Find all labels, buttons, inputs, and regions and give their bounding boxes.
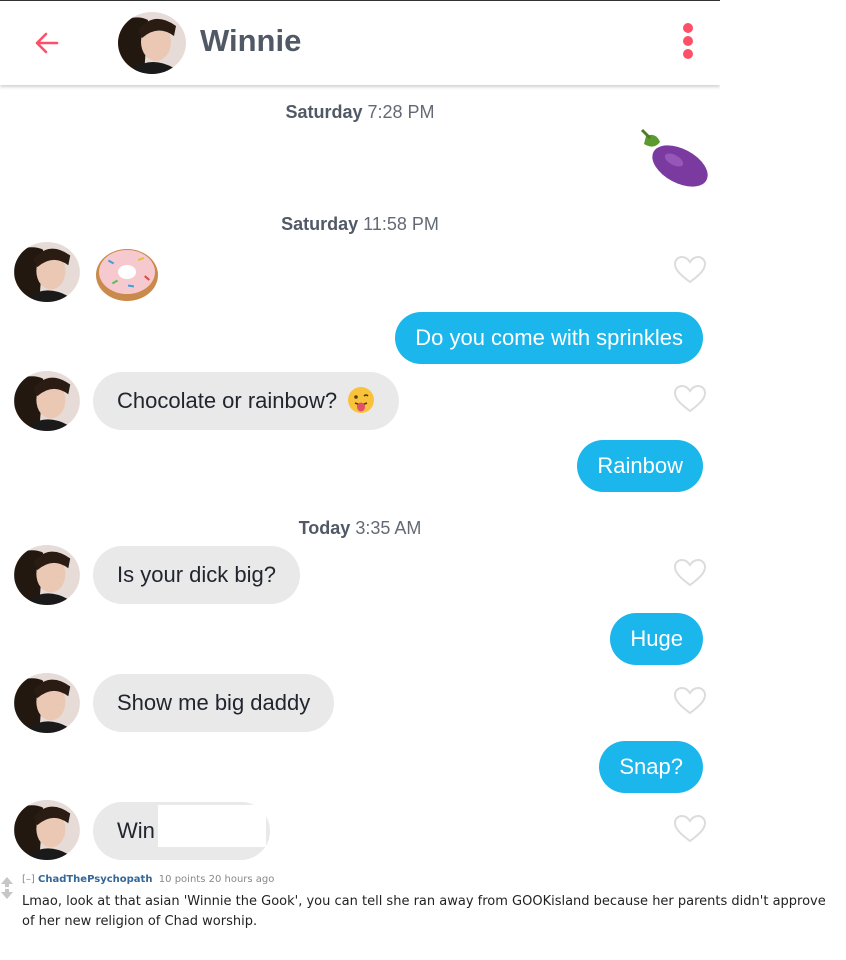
comment-text: Lmao, look at that asian 'Winnie the Goo… xyxy=(22,894,826,929)
collapse-toggle[interactable]: [–] xyxy=(22,874,35,885)
avatar xyxy=(14,800,80,860)
heart-icon[interactable] xyxy=(673,255,707,285)
outgoing-message: Rainbow xyxy=(577,440,703,492)
comment-age: 20 hours ago xyxy=(208,874,275,885)
heart-icon[interactable] xyxy=(673,558,707,588)
incoming-message: Chocolate or rainbow? xyxy=(93,372,400,430)
comment-meta: [–] ChadThePsychopath 10 points 20 hours… xyxy=(22,874,274,885)
back-arrow-icon[interactable] xyxy=(30,26,64,60)
chat-screen: Winnie Saturday 7:28 PM Saturday 11:58 P… xyxy=(0,0,720,872)
avatar xyxy=(14,242,80,302)
incoming-message: Is your dick big? xyxy=(93,546,300,604)
eggplant-emoji xyxy=(640,128,708,187)
more-vertical-icon[interactable] xyxy=(677,23,699,63)
avatar xyxy=(14,673,80,733)
heart-icon[interactable] xyxy=(673,384,707,414)
upvote-icon[interactable] xyxy=(1,877,13,887)
timestamp: Today 3:35 AM xyxy=(298,518,422,538)
avatar xyxy=(14,371,80,431)
downvote-icon[interactable] xyxy=(1,889,13,899)
heart-icon[interactable] xyxy=(673,686,707,716)
avatar xyxy=(14,545,80,605)
comment-points: 10 points xyxy=(158,874,206,885)
chat-header: Winnie xyxy=(0,0,720,85)
heart-icon[interactable] xyxy=(673,814,707,844)
vote-arrows xyxy=(0,875,14,906)
timestamp: Saturday 11:58 PM xyxy=(281,214,439,234)
chat-title: Winnie xyxy=(200,23,302,58)
comment-author[interactable]: ChadThePsychopath xyxy=(38,874,152,885)
incoming-message: Show me big daddy xyxy=(93,674,335,732)
donut-emoji xyxy=(96,249,158,301)
outgoing-message: Huge xyxy=(610,613,703,665)
outgoing-message: Do you come with sprinkles xyxy=(395,312,703,364)
redaction-box xyxy=(158,805,266,847)
timestamp: Saturday 7:28 PM xyxy=(285,102,435,122)
outgoing-message: Snap? xyxy=(599,741,703,793)
tongue-emoji xyxy=(347,378,375,413)
reddit-comment: [–] ChadThePsychopath 10 points 20 hours… xyxy=(0,870,846,960)
message-text: Chocolate or rainbow? xyxy=(117,388,338,413)
avatar[interactable] xyxy=(118,12,186,74)
